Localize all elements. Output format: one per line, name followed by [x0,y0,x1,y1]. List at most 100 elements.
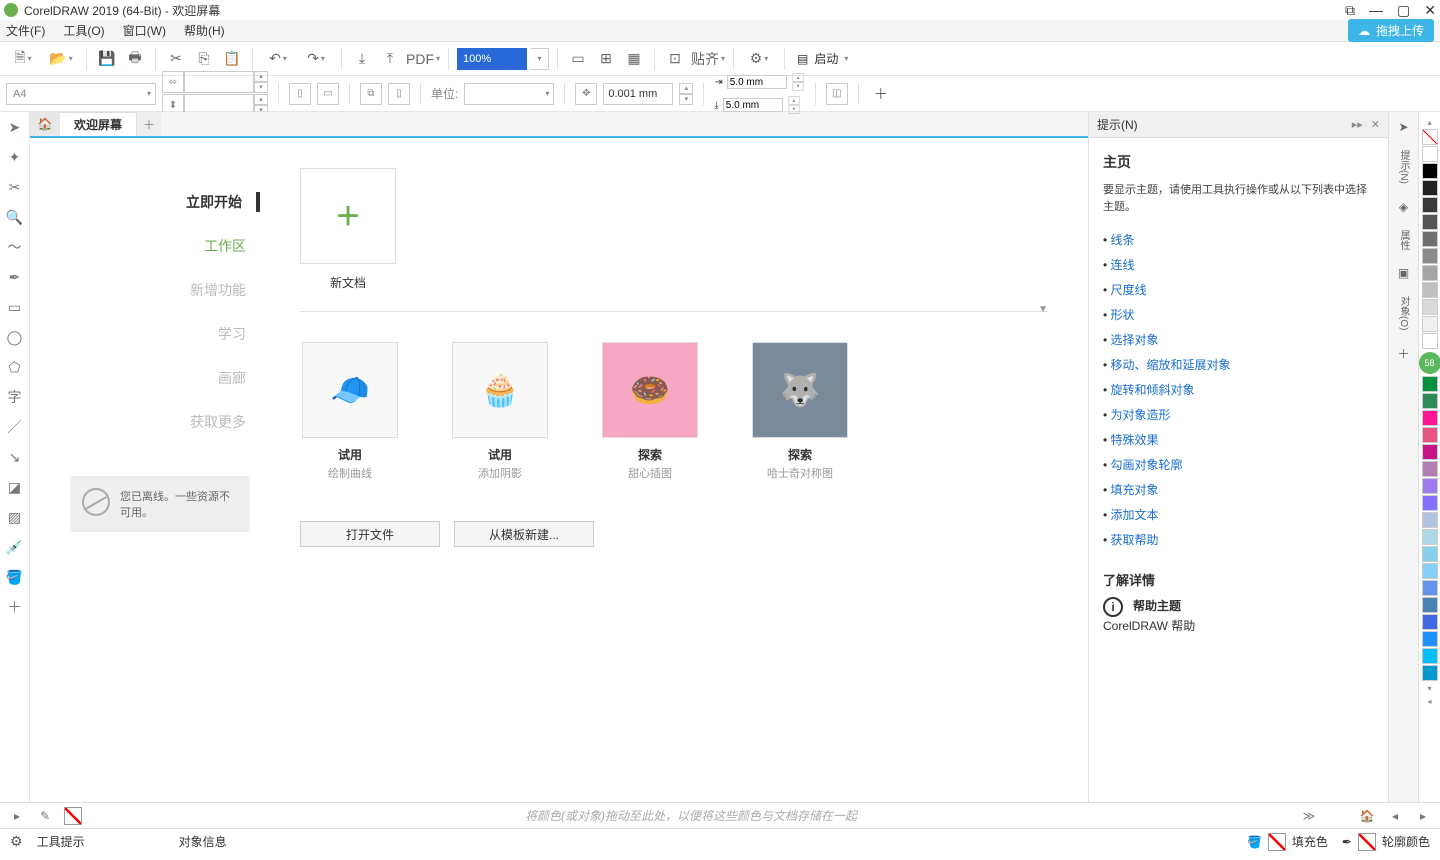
status-outline[interactable]: ✒ 轮廓颜色 [1342,833,1430,851]
fullscreen-button[interactable]: ▭ [566,47,590,71]
zoom-tool[interactable]: 🔍 [4,206,26,228]
all-pages-button[interactable]: ⧉ [360,83,382,105]
nav-gallery[interactable]: 画廊 [218,368,260,388]
fill-tool[interactable]: 🪣 [4,566,26,588]
color-swatch[interactable] [1422,376,1438,392]
dup-x-input[interactable] [727,75,787,89]
launch-button[interactable]: ▤ 启动 ▾ [797,50,848,67]
paper-size-combo[interactable]: A4 [6,83,156,105]
dock-tab-objects[interactable]: 对象(O) [1396,296,1411,330]
topic-link[interactable]: 连线 [1103,252,1374,277]
color-swatch[interactable] [1422,410,1438,426]
snap-button[interactable]: 贴齐 [691,47,725,71]
shape-tool[interactable]: ✦ [4,146,26,168]
topic-link[interactable]: 线条 [1103,227,1374,252]
copy-button[interactable]: ⎘ [192,47,216,71]
help-link[interactable]: CorelDRAW 帮助 [1103,617,1374,634]
topic-link[interactable]: 特殊效果 [1103,427,1374,452]
color-swatch[interactable] [1422,299,1438,315]
dock-tab-properties[interactable]: 属性 [1396,230,1411,250]
hints-nav-back-icon[interactable]: ◂ [1386,807,1404,825]
topic-link[interactable]: 旋转和倾斜对象 [1103,377,1374,402]
dock-properties-icon[interactable]: ◈ [1393,196,1415,218]
undo-button[interactable]: ↶ [261,47,295,71]
card-0[interactable]: 🧢试用绘制曲线 [300,342,400,481]
parallel-dim-tool[interactable]: ／ [4,416,26,438]
text-tool[interactable]: 字 [4,386,26,408]
export-button[interactable]: ⤒ [378,47,402,71]
notify-icon[interactable]: ⧉ [1345,2,1355,19]
topic-link[interactable]: 为对象造形 [1103,402,1374,427]
palette-up-icon[interactable]: ▴ [1427,118,1431,127]
color-swatch[interactable] [1422,282,1438,298]
palette-badge[interactable]: 58 [1419,352,1440,374]
color-swatch[interactable] [1422,444,1438,460]
publish-pdf-button[interactable]: PDF [406,47,440,71]
card-3[interactable]: 🐺探索哈士奇对称图 [750,342,850,481]
color-swatch[interactable] [1422,648,1438,664]
portrait-button[interactable]: ▯ [289,83,311,105]
paste-button[interactable]: 📋 [220,47,244,71]
pick-tool[interactable]: ➤ [4,116,26,138]
maximize-button[interactable]: ▢ [1397,2,1410,19]
color-swatch[interactable] [1422,146,1438,162]
open-file-button[interactable]: 打开文件 [300,521,440,547]
open-button[interactable]: 📂 [44,47,78,71]
color-swatch[interactable] [1422,427,1438,443]
color-swatch[interactable] [1422,231,1438,247]
nudge-input[interactable]: 0.001 mm [603,83,673,105]
color-swatch[interactable] [1422,180,1438,196]
import-button[interactable]: ⤓ [350,47,374,71]
upload-button[interactable]: ☁ 拖拽上传 [1348,19,1434,42]
topic-link[interactable]: 选择对象 [1103,327,1374,352]
nav-learn[interactable]: 学习 [218,324,260,344]
zoom-dropdown[interactable]: ▾ [531,48,549,70]
bleed-button[interactable]: ◫ [826,83,848,105]
color-swatch[interactable] [1422,563,1438,579]
zoom-level[interactable]: 100% [457,48,527,70]
color-swatch[interactable] [1422,512,1438,528]
color-swatch[interactable] [1422,614,1438,630]
home-tab-icon[interactable]: 🏠 [30,112,60,136]
guidelines-button[interactable]: ⊡ [663,47,687,71]
new-tab-button[interactable]: ＋ [137,112,161,136]
color-swatch[interactable] [1422,265,1438,281]
hints-close-icon[interactable]: ✕ [1371,118,1380,131]
page-width-input[interactable] [184,71,254,93]
status-fill[interactable]: 🪣 填充色 [1247,833,1328,851]
docpalette-menu-icon[interactable]: ▸ [8,807,26,825]
color-swatch[interactable] [1422,631,1438,647]
menu-help[interactable]: 帮助(H) [184,22,225,39]
rectangle-tool[interactable]: ▭ [4,296,26,318]
docpalette-nocolor[interactable] [64,807,82,825]
welcome-tab[interactable]: 欢迎屏幕 [60,112,137,136]
hints-nav-home-icon[interactable]: 🏠 [1358,807,1376,825]
color-swatch[interactable] [1422,495,1438,511]
dock-tab-hints[interactable]: 提示(N) [1396,150,1411,184]
topic-link[interactable]: 添加文本 [1103,502,1374,527]
dock-pointer-icon[interactable]: ➤ [1393,116,1415,138]
card-2[interactable]: 🍩探索甜心插图 [600,342,700,481]
palette-flyout-icon[interactable]: ◂ [1427,697,1431,706]
collapse-icon[interactable]: ▼ [1038,304,1048,315]
nav-whatsnew[interactable]: 新增功能 [190,280,260,300]
color-swatch[interactable] [1422,197,1438,213]
current-page-button[interactable]: ▯ [388,83,410,105]
topic-link[interactable]: 勾画对象轮廓 [1103,452,1374,477]
landscape-button[interactable]: ▭ [317,83,339,105]
transparency-tool[interactable]: ▨ [4,506,26,528]
save-button[interactable]: 💾 [95,47,119,71]
freehand-tool[interactable]: ～ [4,236,26,258]
dock-add-button[interactable]: ＋ [1393,342,1415,364]
hints-nav-fwd-icon[interactable]: ▸ [1414,807,1432,825]
color-swatch[interactable] [1422,214,1438,230]
print-button[interactable]: 🖶 [123,47,147,71]
ellipse-tool[interactable]: ◯ [4,326,26,348]
new-button[interactable]: 🗎 [6,47,40,71]
grid-button[interactable]: ▦ [622,47,646,71]
color-swatch[interactable] [1422,665,1438,681]
menu-window[interactable]: 窗口(W) [123,22,166,39]
menu-tools[interactable]: 工具(O) [63,22,104,39]
palette-down-icon[interactable]: ▾ [1427,684,1431,693]
topic-link[interactable]: 移动、缩放和延展对象 [1103,352,1374,377]
